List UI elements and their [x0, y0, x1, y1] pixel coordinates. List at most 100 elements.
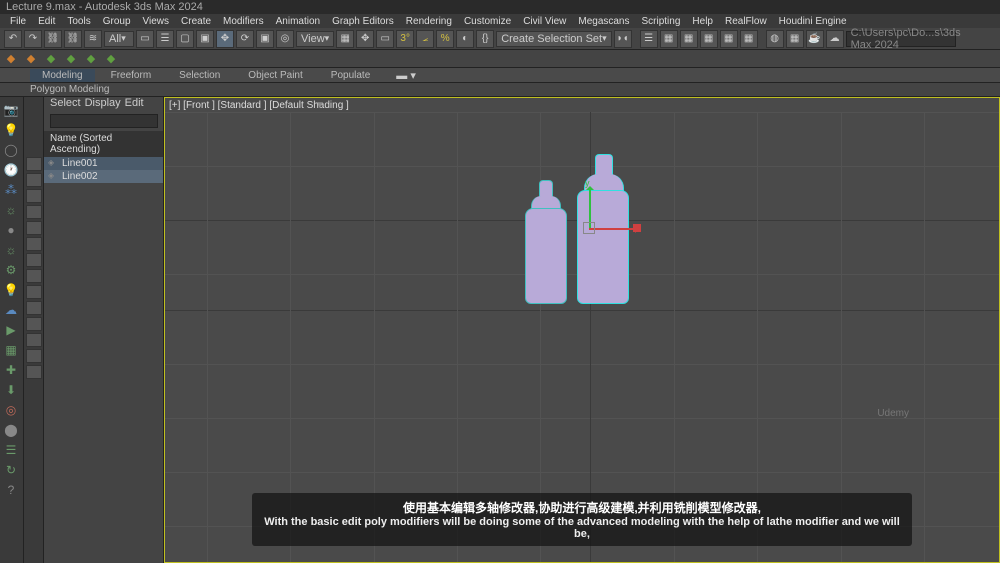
- plus-icon[interactable]: ✚: [2, 361, 20, 379]
- keyboard-shortcut-button[interactable]: ▭: [376, 30, 394, 48]
- list-icon[interactable]: ☰: [2, 441, 20, 459]
- outliner-item-line001[interactable]: Line001: [44, 157, 163, 170]
- outliner-header[interactable]: Name (Sorted Ascending): [44, 131, 163, 157]
- vstrip-btn-9[interactable]: [26, 285, 42, 299]
- ribbon-tab-selection[interactable]: Selection: [167, 69, 232, 82]
- ribbon-expand-icon[interactable]: ▬ ▾: [396, 69, 416, 82]
- menu-edit[interactable]: Edit: [32, 16, 61, 27]
- ribbon-tab-freeform[interactable]: Freeform: [99, 69, 164, 82]
- scatter-icon[interactable]: ⁂: [2, 181, 20, 199]
- gizmo-x-axis[interactable]: [589, 228, 637, 230]
- vstrip-btn-6[interactable]: [26, 237, 42, 251]
- menu-help[interactable]: Help: [686, 16, 719, 27]
- named-selection-dropdown[interactable]: Create Selection Set ▾: [496, 31, 611, 47]
- camera-icon[interactable]: 📷: [2, 101, 20, 119]
- vstrip-btn-12[interactable]: [26, 333, 42, 347]
- outliner-display[interactable]: Display: [85, 97, 121, 111]
- select-and-rotate-button[interactable]: ⟳: [236, 30, 254, 48]
- link-button[interactable]: ⛓: [44, 30, 62, 48]
- selection-filter-dropdown[interactable]: All ▾: [104, 31, 134, 47]
- shape-btn-3[interactable]: ◆: [44, 52, 58, 66]
- menu-scripting[interactable]: Scripting: [636, 16, 687, 27]
- mirror-button[interactable]: ◗◖: [614, 30, 632, 48]
- idea-icon[interactable]: 💡: [2, 281, 20, 299]
- edit-named-selection-button[interactable]: {}: [476, 30, 494, 48]
- snap-toggle-button[interactable]: 3°: [396, 30, 414, 48]
- outliner-edit[interactable]: Edit: [125, 97, 144, 111]
- select-and-scale-button[interactable]: ▣: [256, 30, 274, 48]
- move-gizmo[interactable]: y: [577, 218, 637, 278]
- unlink-button[interactable]: ⛓: [64, 30, 82, 48]
- window-crossing-button[interactable]: ▣: [196, 30, 214, 48]
- pivot-center-button[interactable]: ▦: [336, 30, 354, 48]
- menu-group[interactable]: Group: [97, 16, 137, 27]
- vstrip-btn-3[interactable]: [26, 189, 42, 203]
- render-setup-button[interactable]: ◍: [766, 30, 784, 48]
- gizmo-xy-plane[interactable]: [583, 222, 595, 234]
- menu-file[interactable]: File: [4, 16, 32, 27]
- shape-btn-6[interactable]: ◆: [104, 52, 118, 66]
- vstrip-btn-5[interactable]: [26, 221, 42, 235]
- grid-icon[interactable]: ▦: [2, 341, 20, 359]
- render-frame-button[interactable]: ▦: [786, 30, 804, 48]
- menu-rendering[interactable]: Rendering: [400, 16, 458, 27]
- gear-icon[interactable]: ☼: [2, 201, 20, 219]
- target-icon[interactable]: ◎: [2, 401, 20, 419]
- ref-coord-dropdown[interactable]: View ▾: [296, 31, 334, 47]
- spinner-snap-button[interactable]: ◐: [456, 30, 474, 48]
- vstrip-btn-11[interactable]: [26, 317, 42, 331]
- menu-customize[interactable]: Customize: [458, 16, 517, 27]
- shape-btn-1[interactable]: ◆: [4, 52, 18, 66]
- menu-modifiers[interactable]: Modifiers: [217, 16, 270, 27]
- cylinder-icon[interactable]: ◯: [2, 141, 20, 159]
- viewport-front[interactable]: [+] [Front ] [Standard ] [Default Shadin…: [164, 97, 1000, 563]
- select-manipulate-button[interactable]: ✥: [356, 30, 374, 48]
- viewport-filter-icon[interactable]: ▼: [315, 100, 325, 111]
- menu-realflow[interactable]: RealFlow: [719, 16, 773, 27]
- menu-civil-view[interactable]: Civil View: [517, 16, 572, 27]
- vstrip-btn-10[interactable]: [26, 301, 42, 315]
- select-object-button[interactable]: ▭: [136, 30, 154, 48]
- ball-icon[interactable]: ⬤: [2, 421, 20, 439]
- material-editor-button[interactable]: ▦: [740, 30, 758, 48]
- menu-views[interactable]: Views: [137, 16, 176, 27]
- outliner-select[interactable]: Select: [50, 97, 81, 111]
- cloud-icon[interactable]: ☁: [2, 301, 20, 319]
- render-in-cloud-button[interactable]: ☁: [826, 30, 844, 48]
- menu-create[interactable]: Create: [175, 16, 217, 27]
- angle-snap-button[interactable]: ⦟: [416, 30, 434, 48]
- render-button[interactable]: ☕: [806, 30, 824, 48]
- vstrip-btn-14[interactable]: [26, 365, 42, 379]
- ribbon-tab-populate[interactable]: Populate: [319, 69, 382, 82]
- gizmo-x-handle[interactable]: [633, 224, 641, 232]
- schematic-view-button[interactable]: ▦: [720, 30, 738, 48]
- redo-button[interactable]: ↷: [24, 30, 42, 48]
- vstrip-btn-4[interactable]: [26, 205, 42, 219]
- outliner-filter-input[interactable]: [50, 114, 158, 128]
- clock-icon[interactable]: 🕐: [2, 161, 20, 179]
- sun-icon[interactable]: ☼: [2, 241, 20, 259]
- vstrip-btn-1[interactable]: [26, 157, 42, 171]
- vstrip-btn-2[interactable]: [26, 173, 42, 187]
- select-and-place-button[interactable]: ◎: [276, 30, 294, 48]
- ribbon-tab-object-paint[interactable]: Object Paint: [236, 69, 314, 82]
- menu-tools[interactable]: Tools: [61, 16, 96, 27]
- shape-btn-5[interactable]: ◆: [84, 52, 98, 66]
- arrow-down-icon[interactable]: ⬇: [2, 381, 20, 399]
- layer-explorer-button[interactable]: ▦: [660, 30, 678, 48]
- select-by-name-button[interactable]: ☰: [156, 30, 174, 48]
- menu-megascans[interactable]: Megascans: [572, 16, 635, 27]
- menu-graph-editors[interactable]: Graph Editors: [326, 16, 400, 27]
- light-icon[interactable]: 💡: [2, 121, 20, 139]
- percent-snap-button[interactable]: %: [436, 30, 454, 48]
- selection-region-rect-button[interactable]: ▢: [176, 30, 194, 48]
- bind-to-space-warp-button[interactable]: ≋: [84, 30, 102, 48]
- shape-btn-4[interactable]: ◆: [64, 52, 78, 66]
- outliner-item-line002[interactable]: Line002: [44, 170, 163, 183]
- vstrip-btn-8[interactable]: [26, 269, 42, 283]
- vstrip-btn-7[interactable]: [26, 253, 42, 267]
- path-input[interactable]: C:\Users\pc\Do...s\3ds Max 2024: [846, 31, 956, 47]
- curve-editor-button[interactable]: ▦: [700, 30, 718, 48]
- play-icon[interactable]: ▶: [2, 321, 20, 339]
- undo-button[interactable]: ↶: [4, 30, 22, 48]
